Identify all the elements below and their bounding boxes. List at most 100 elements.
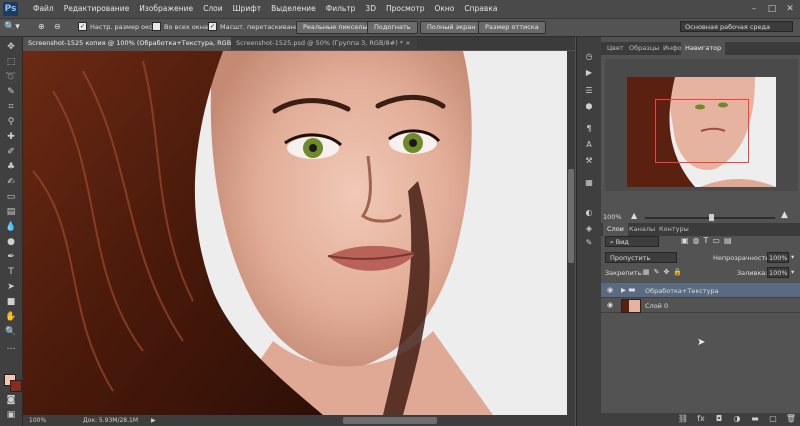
menu-select[interactable]: Выделение — [266, 0, 321, 18]
tool-presets-icon[interactable]: ⚒ — [582, 155, 596, 166]
paragraph-panel-icon[interactable]: ¶ — [582, 123, 596, 134]
move-tool-icon[interactable]: ✥ — [4, 41, 18, 53]
horizontal-scroll-thumb[interactable] — [343, 417, 437, 424]
path-selection-tool-icon[interactable]: ➤ — [4, 281, 18, 293]
maximize-button[interactable]: □ — [764, 3, 780, 15]
brushes-panel-icon[interactable]: ✎ — [582, 237, 596, 248]
history-brush-tool-icon[interactable]: ✍ — [4, 176, 18, 188]
menu-window[interactable]: Окно — [429, 0, 459, 18]
crop-tool-icon[interactable]: ⌗ — [4, 101, 18, 113]
tab-channels[interactable]: Каналы — [625, 223, 659, 236]
opacity-input[interactable]: 100% — [767, 252, 789, 263]
pen-tool-icon[interactable]: ✒ — [4, 251, 18, 263]
workspace-select[interactable]: Основная рабочая среда — [680, 21, 793, 32]
layer-style-icon[interactable]: fx — [695, 413, 707, 424]
3d-panel-icon[interactable]: ⬢ — [582, 101, 596, 112]
menu-help[interactable]: Справка — [459, 0, 502, 18]
tab-color[interactable]: Цвет — [603, 42, 628, 55]
minimize-button[interactable]: – — [746, 3, 762, 15]
screen-mode-icon[interactable]: ▣ — [4, 409, 18, 421]
lock-icons[interactable]: ▦✎✥🔒 — [643, 268, 686, 276]
brush-tool-icon[interactable]: ✐ — [4, 146, 18, 158]
vertical-scrollbar[interactable] — [567, 51, 575, 415]
all-windows-checkbox[interactable]: Во всех окнах — [152, 22, 212, 31]
dodge-tool-icon[interactable]: ● — [4, 236, 18, 248]
navigator-zoom-in-icon[interactable]: ▲ — [781, 210, 788, 220]
extras-icon[interactable]: … — [4, 341, 18, 353]
history-panel-icon[interactable]: ◷ — [582, 51, 596, 62]
hand-tool-icon[interactable]: ✋ — [4, 311, 18, 323]
menu-view[interactable]: Просмотр — [381, 0, 430, 18]
swatches-panel-icon[interactable]: ▦ — [582, 177, 596, 188]
status-menu-arrow-icon[interactable]: ▶ — [151, 415, 156, 426]
layer-filter-select[interactable]: ⌕ Вид — [605, 236, 659, 247]
adjustments-panel-icon[interactable]: ◐ — [582, 207, 596, 218]
background-color-swatch[interactable] — [10, 380, 22, 392]
navigator-zoom-knob[interactable] — [709, 214, 714, 221]
quick-select-tool-icon[interactable]: ✎ — [4, 86, 18, 98]
document-tab-active[interactable]: Screenshot-1525 копия @ 100% (Обработка+… — [23, 37, 258, 50]
blur-tool-icon[interactable]: 💧 — [4, 221, 18, 233]
layer-name[interactable]: Обработка+Текстура — [645, 287, 719, 295]
fit-screen-button[interactable]: Подогнать — [367, 21, 418, 34]
quick-mask-icon[interactable]: ◙ — [4, 394, 18, 406]
close-button[interactable]: ✕ — [782, 3, 798, 15]
properties-panel-icon[interactable]: ☰ — [582, 85, 596, 96]
zoom-tool-icon[interactable]: 🔍 — [4, 326, 18, 338]
menu-type[interactable]: Шрифт — [228, 0, 266, 18]
add-mask-icon[interactable]: ◘ — [713, 413, 725, 424]
print-size-button[interactable]: Размер оттиска — [478, 21, 546, 34]
zoom-in-icon[interactable]: ⊕ — [38, 21, 50, 33]
zoom-out-icon[interactable]: ⊖ — [54, 21, 66, 33]
layer-row-group[interactable]: ◉ ▶ ▬ Обработка+Текстура — [601, 283, 800, 298]
navigator-view-rectangle[interactable] — [655, 99, 749, 163]
vertical-scroll-thumb[interactable] — [568, 169, 574, 263]
marquee-tool-icon[interactable]: ⬚ — [4, 56, 18, 68]
menu-image[interactable]: Изображение — [134, 0, 198, 18]
tab-paths[interactable]: Контуры — [655, 223, 693, 236]
rectangle-tool-icon[interactable]: ■ — [4, 296, 18, 308]
tab-navigator[interactable]: Навигатор — [681, 42, 726, 55]
actions-panel-icon[interactable]: ▶ — [582, 67, 596, 78]
link-layers-icon[interactable]: ⛓ — [677, 413, 689, 424]
zoom-tool-preset-icon[interactable]: 🔍▾ — [4, 21, 26, 33]
document-canvas[interactable] — [23, 51, 567, 415]
layer-row[interactable]: ◉ Слой 0 — [601, 298, 800, 313]
healing-brush-tool-icon[interactable]: ✚ — [4, 131, 18, 143]
clone-stamp-tool-icon[interactable]: ♣ — [4, 161, 18, 173]
styles-panel-icon[interactable]: ◈ — [582, 223, 596, 234]
gradient-tool-icon[interactable]: ▤ — [4, 206, 18, 218]
tab-swatches[interactable]: Образцы — [625, 42, 663, 55]
lasso-tool-icon[interactable]: ➰ — [4, 71, 18, 83]
document-tab[interactable]: Screenshot-1525.psd @ 50% (Группа 3, RGB… — [231, 37, 417, 50]
fill-dropdown-icon[interactable]: ▾ — [791, 268, 794, 276]
menu-filter[interactable]: Фильтр — [321, 0, 361, 18]
eye-icon[interactable]: ◉ — [605, 285, 615, 295]
fill-screen-button[interactable]: Полный экран — [420, 21, 483, 34]
status-zoom[interactable]: 100% — [29, 415, 46, 426]
type-tool-icon[interactable]: T — [4, 266, 18, 278]
menu-file[interactable]: Файл — [28, 0, 59, 18]
eyedropper-tool-icon[interactable]: ⚲ — [4, 116, 18, 128]
menu-edit[interactable]: Редактирование — [59, 0, 134, 18]
resize-windows-checkbox[interactable]: ✓ Настр. размер окон — [78, 22, 157, 31]
eraser-tool-icon[interactable]: ▭ — [4, 191, 18, 203]
opacity-dropdown-icon[interactable]: ▾ — [791, 253, 794, 261]
navigator-zoom-slider[interactable] — [645, 214, 775, 221]
eye-icon[interactable]: ◉ — [605, 300, 615, 310]
layer-name[interactable]: Слой 0 — [645, 302, 668, 310]
actual-pixels-button[interactable]: Реальные пикселы — [296, 21, 375, 34]
navigator-preview[interactable] — [605, 59, 798, 191]
layer-filter-icons[interactable]: ▣◍T▭▤ — [681, 236, 736, 245]
fill-input[interactable]: 100% — [767, 267, 789, 278]
scrubby-zoom-checkbox[interactable]: ✓ Масшт. перетаскиванием — [208, 22, 308, 31]
navigator-zoom-value[interactable]: 100% — [603, 213, 622, 221]
menu-3d[interactable]: 3D — [360, 0, 381, 18]
new-layer-icon[interactable]: ▢ — [767, 413, 779, 424]
adjustment-layer-icon[interactable]: ◑ — [731, 413, 743, 424]
close-tab-icon[interactable]: × — [405, 39, 410, 47]
delete-layer-icon[interactable]: 🗑 — [785, 413, 797, 424]
new-group-icon[interactable]: ▬ — [749, 413, 761, 424]
expand-arrow-icon[interactable]: ▶ — [621, 286, 626, 294]
blend-mode-select[interactable]: Пропустить — [605, 252, 677, 263]
